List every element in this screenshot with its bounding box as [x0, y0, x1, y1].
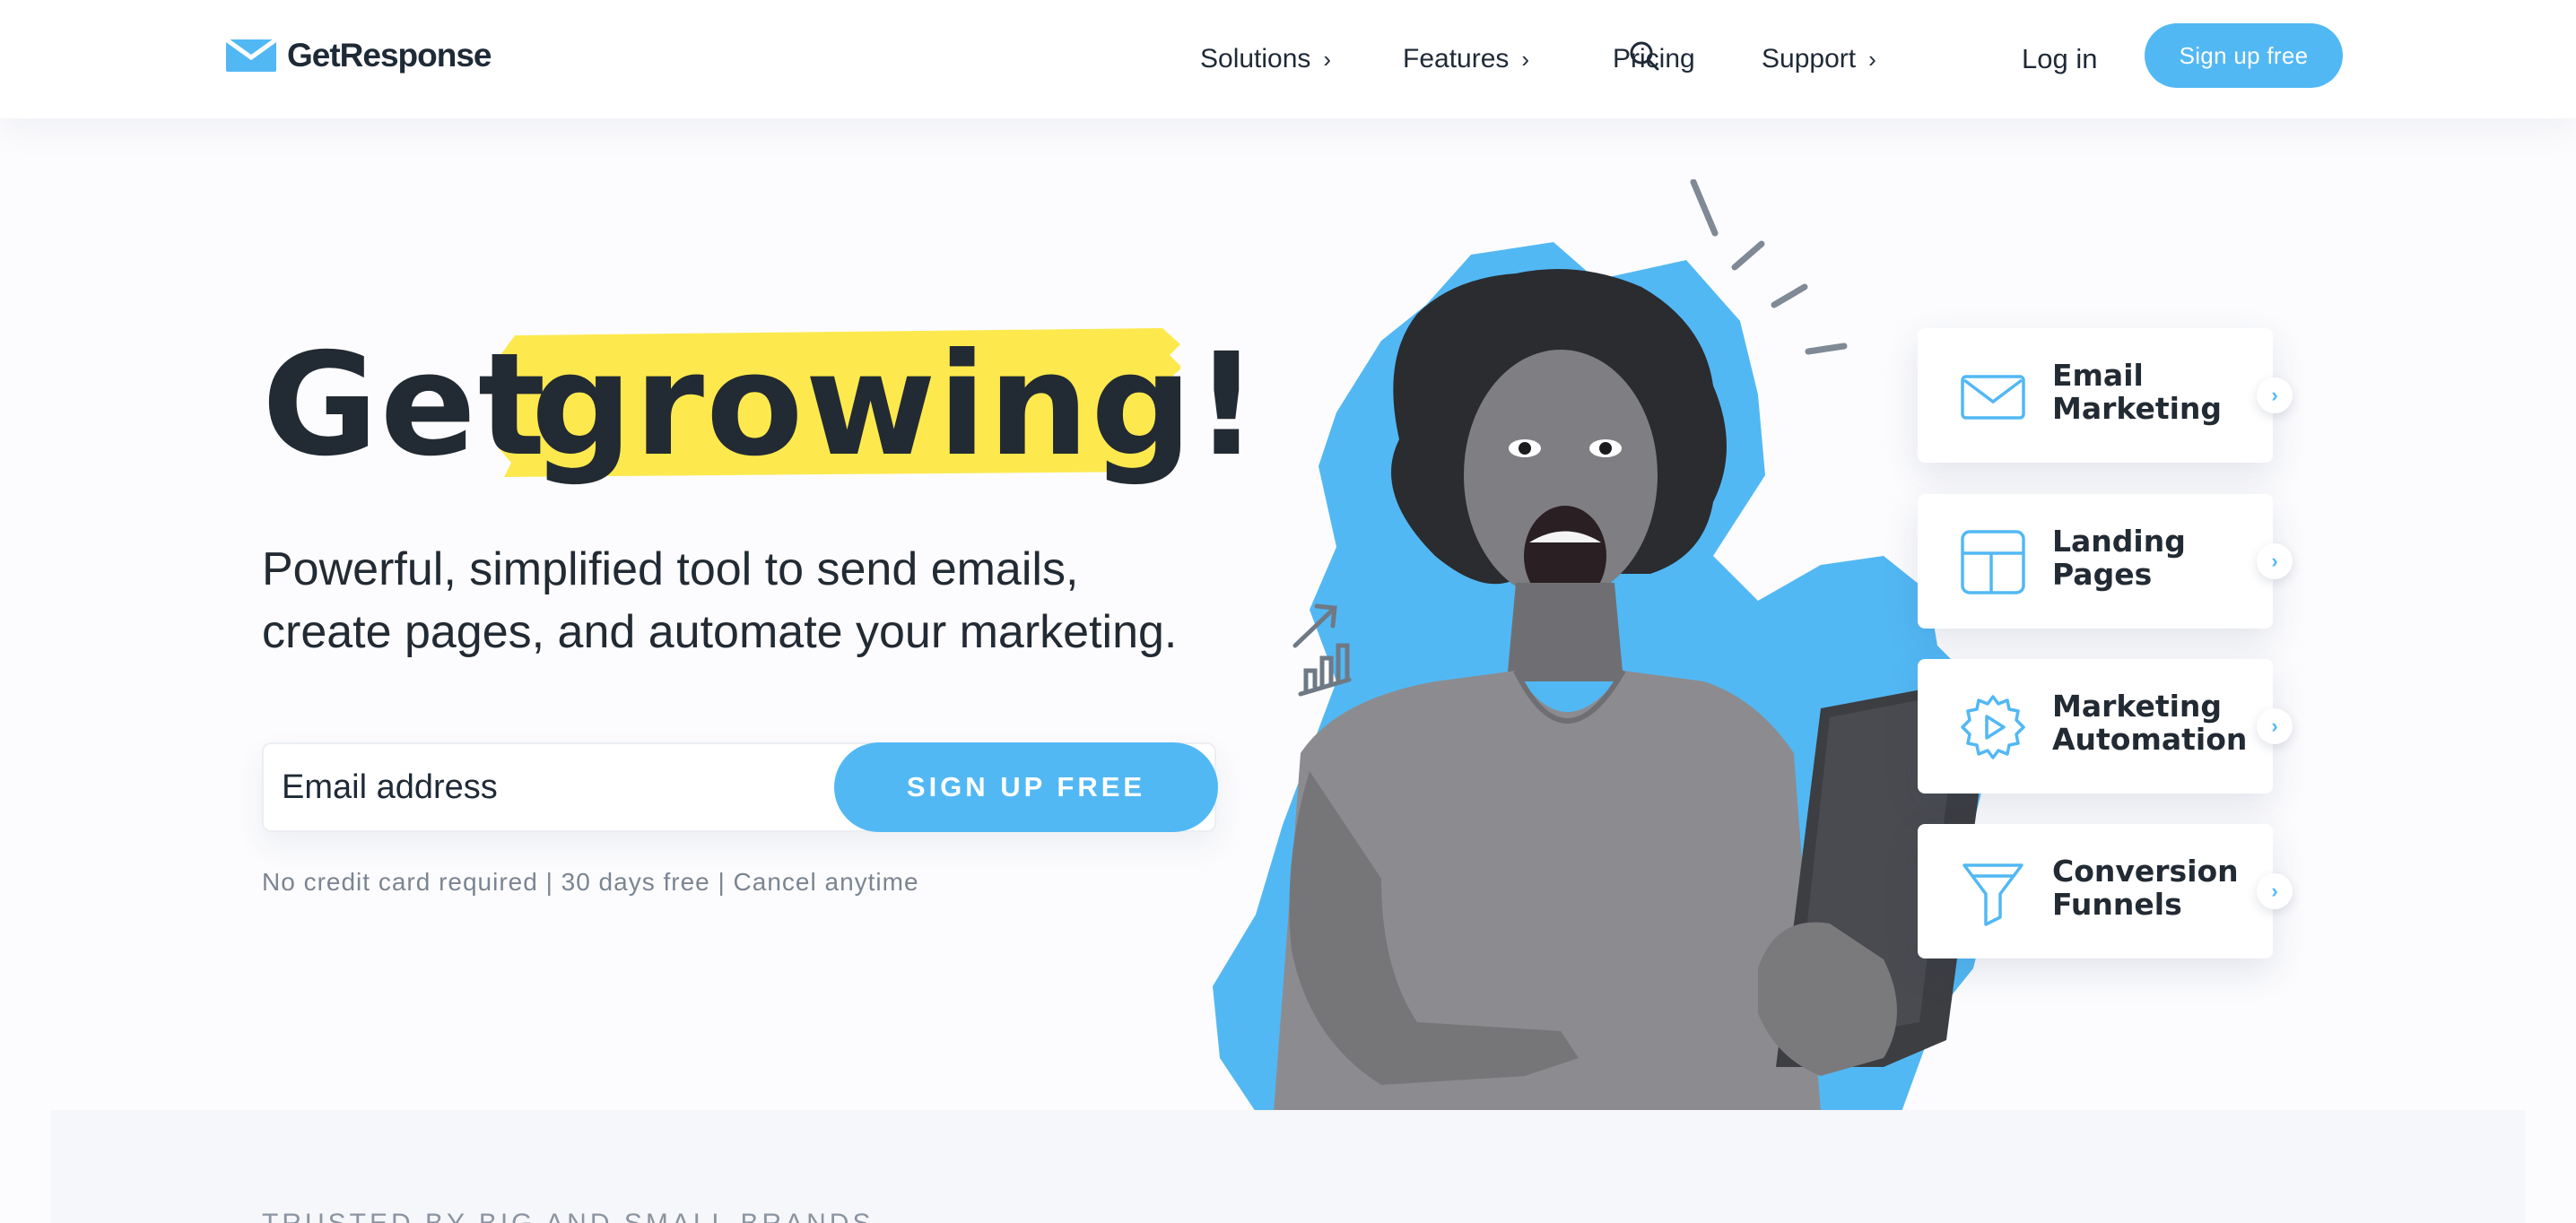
nav-support-label: Support: [1762, 44, 1857, 74]
hero-illustration: [1213, 179, 1991, 1112]
logo-envelope-icon: [226, 39, 276, 72]
nav-support[interactable]: Support ›: [1762, 32, 1876, 86]
hero-title-word: Get: [262, 323, 548, 488]
hero-title-highlight-word: growing!: [531, 323, 1261, 488]
nav-solutions[interactable]: Solutions ›: [1200, 32, 1331, 86]
feature-card-label-line: Conversion: [2052, 854, 2239, 889]
logo-text: GetResponse: [287, 37, 492, 74]
hero-subtitle-line: Powerful, simplified tool to send emails…: [262, 543, 1079, 595]
feature-card-marketing-automation[interactable]: Marketing Automation ›: [1918, 659, 2293, 794]
chevron-right-icon: ›: [1521, 45, 1530, 73]
feature-card-label-line: Pages: [2052, 557, 2153, 592]
feature-card-conversion-funnels[interactable]: Conversion Funnels ›: [1918, 824, 2293, 958]
gear-play-icon: [1961, 695, 2025, 759]
chevron-right-icon[interactable]: ›: [2257, 543, 2293, 579]
hero-subtitle-line: create pages, and automate your marketin…: [262, 606, 1178, 658]
signup-free-button[interactable]: Sign up free: [2145, 23, 2343, 88]
page: GetResponse Solutions › Features › Prici…: [0, 0, 2576, 1223]
feature-card-label-line: Landing: [2052, 524, 2186, 559]
chevron-right-icon[interactable]: ›: [2257, 377, 2293, 413]
feature-card-label: Marketing Automation: [2052, 690, 2258, 756]
feature-card-label-line: Marketing: [2052, 689, 2223, 724]
feature-card-label-line: Marketing: [2052, 391, 2223, 426]
trusted-brands-heading: TRUSTED BY BIG AND SMALL BRANDS: [262, 1209, 874, 1223]
feature-card-label: Landing Pages: [2052, 525, 2258, 591]
logo[interactable]: GetResponse: [226, 37, 492, 74]
login-link[interactable]: Log in: [2022, 32, 2097, 86]
feature-card-label-line: Funnels: [2052, 887, 2182, 922]
email-field[interactable]: [282, 744, 820, 830]
funnel-icon: [1962, 863, 2023, 926]
signup-free-cta-button[interactable]: SIGN UP FREE: [834, 742, 1218, 832]
nav-features-label: Features: [1403, 44, 1510, 74]
signup-form: SIGN UP FREE: [262, 742, 1218, 832]
feature-card-email-marketing[interactable]: Email Marketing ›: [1918, 328, 2293, 463]
signup-disclaimer: No credit card required | 30 days free |…: [262, 868, 919, 896]
nav-solutions-label: Solutions: [1200, 44, 1311, 74]
envelope-icon: [1961, 375, 2025, 420]
feature-card-label-line: Email: [2052, 358, 2144, 393]
trusted-brands-section: [50, 1110, 2526, 1223]
hero-subtitle: Powerful, simplified tool to send emails…: [262, 538, 1249, 664]
nav-features[interactable]: Features ›: [1403, 32, 1529, 86]
feature-card-landing-pages[interactable]: Landing Pages ›: [1918, 494, 2293, 629]
top-navigation-bar: GetResponse Solutions › Features › Prici…: [0, 0, 2576, 118]
chevron-right-icon: ›: [1868, 45, 1876, 73]
chevron-right-icon[interactable]: ›: [2257, 873, 2293, 909]
feature-card-label: Email Marketing: [2052, 359, 2258, 425]
chevron-right-icon: ›: [1323, 45, 1332, 73]
layout-icon: [1961, 530, 2025, 594]
search-icon[interactable]: [1628, 39, 1660, 72]
chevron-right-icon[interactable]: ›: [2257, 708, 2293, 744]
feature-card-label: Conversion Funnels: [2052, 854, 2258, 921]
feature-card-label-line: Automation: [2052, 722, 2248, 757]
